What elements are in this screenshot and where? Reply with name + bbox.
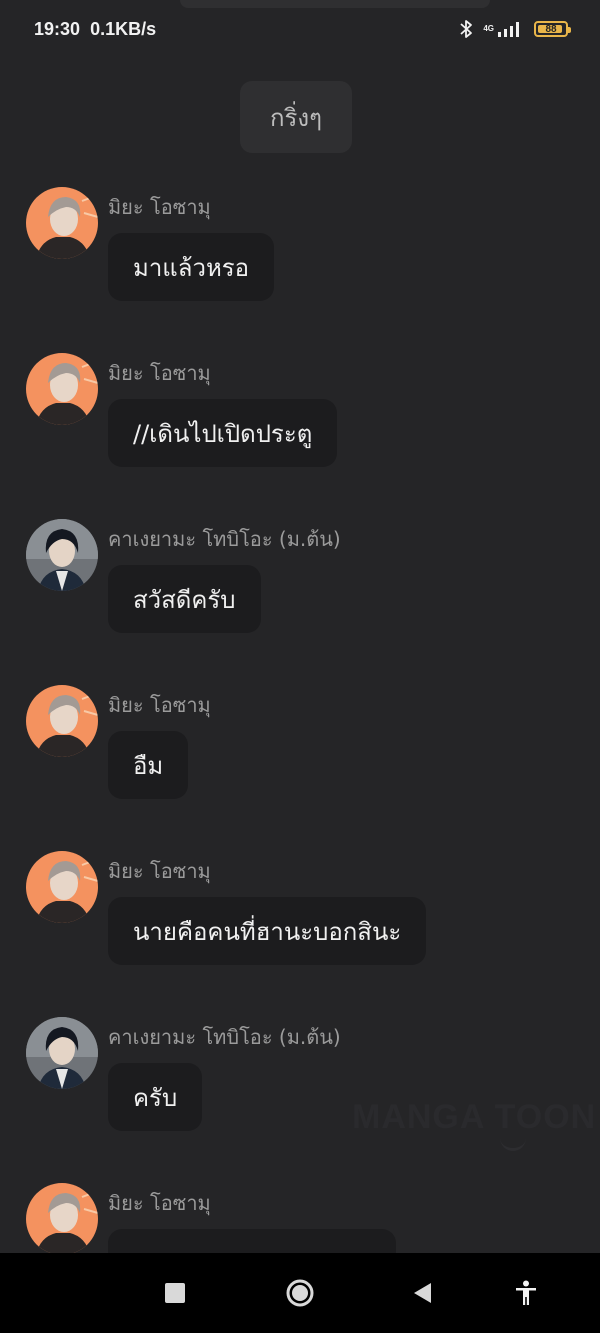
message-bubble[interactable]: อืม xyxy=(108,731,189,799)
sender-name: มิยะ โอซามุ xyxy=(108,195,211,219)
chat-message: มิยะ โอซามุ นายคือคนที่ฮานะบอกสินะ xyxy=(26,851,586,971)
status-speed: 0.1KB/s xyxy=(90,18,157,39)
chat-message: มิยะ โอซามุ มาแล้วหรอ xyxy=(26,187,586,307)
network-type: 4G xyxy=(483,24,494,33)
mangatoon-watermark: MANGA TOON xyxy=(352,1098,597,1136)
message-bubble[interactable]: //เดินไปเปิดประตู xyxy=(108,399,338,467)
chat-screen: 19:30 0.1KB/s 4G 88 กริ่งๆ มิยะ โอซามุ ม… xyxy=(0,0,600,1333)
accessibility-icon xyxy=(516,1280,536,1305)
avatar-kageyama[interactable] xyxy=(26,519,98,591)
sender-name: คาเงยามะ โทบิโอะ (ม.ต้น) xyxy=(108,527,341,551)
back-button[interactable] xyxy=(392,1253,452,1333)
sender-name: มิยะ โอซามุ xyxy=(108,693,211,717)
avatar-osamu[interactable] xyxy=(26,851,98,923)
avatar-osamu[interactable] xyxy=(26,353,98,425)
chat-message: คาเงยามะ โทบิโอะ (ม.ต้น) สวัสดีครับ xyxy=(26,519,586,639)
avatar-osamu[interactable] xyxy=(26,1183,98,1255)
chat-message: มิยะ โอซามุ อืม xyxy=(26,685,586,805)
status-bar: 19:30 0.1KB/s 4G 88 xyxy=(0,0,600,58)
battery-icon: 88 xyxy=(534,21,571,37)
navigation-bar xyxy=(0,1253,600,1333)
status-left: 19:30 0.1KB/s xyxy=(34,19,156,40)
message-bubble[interactable]: มาแล้วหรอ xyxy=(108,233,275,301)
chat-message: มิยะ โอซามุ //เดินไปเปิดประตู xyxy=(26,353,586,473)
bluetooth-icon xyxy=(460,20,473,38)
battery-level: 88 xyxy=(545,23,557,35)
message-bubble[interactable]: นายคือคนที่ฮานะบอกสินะ xyxy=(108,897,427,965)
watermark-smile xyxy=(500,1138,526,1151)
recents-button[interactable] xyxy=(145,1253,205,1333)
square-icon xyxy=(165,1283,185,1303)
message-bubble[interactable]: ครับ xyxy=(108,1063,203,1131)
signal-icon xyxy=(498,22,519,37)
avatar-osamu[interactable] xyxy=(26,685,98,757)
home-button[interactable] xyxy=(270,1253,330,1333)
triangle-back-icon xyxy=(414,1283,431,1303)
avatar-kageyama[interactable] xyxy=(26,1017,98,1089)
sender-name: คาเงยามะ โทบิโอะ (ม.ต้น) xyxy=(108,1025,341,1049)
sender-name: มิยะ โอซามุ xyxy=(108,859,211,883)
sender-name: มิยะ โอซามุ xyxy=(108,361,211,385)
status-time: 19:30 xyxy=(34,18,81,39)
sender-name: มิยะ โอซามุ xyxy=(108,1191,211,1215)
avatar-osamu[interactable] xyxy=(26,187,98,259)
message-bubble[interactable]: สวัสดีครับ xyxy=(108,565,261,633)
system-message-chip: กริ่งๆ xyxy=(240,81,352,153)
circle-icon xyxy=(286,1279,314,1307)
accessibility-button[interactable] xyxy=(496,1253,556,1333)
status-right: 4G 88 xyxy=(459,19,571,39)
